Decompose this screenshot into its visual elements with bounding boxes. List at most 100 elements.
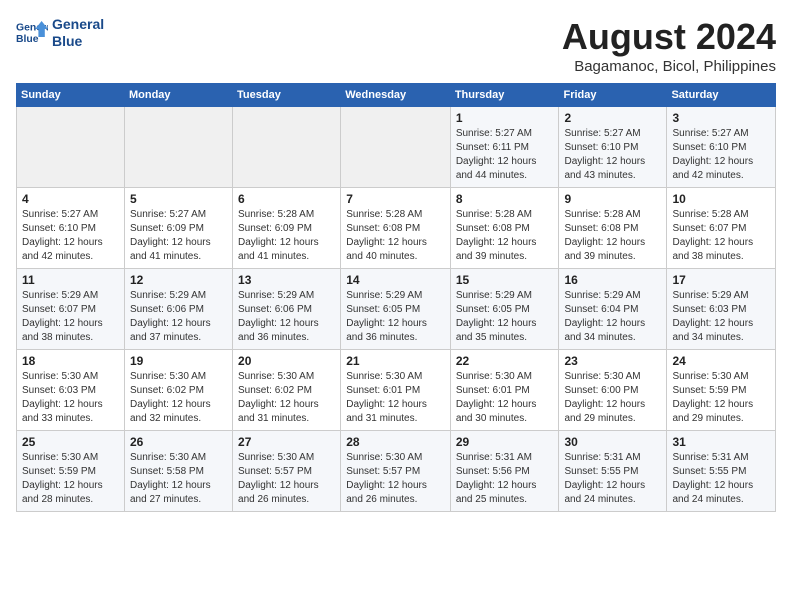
calendar-cell: 27 Sunrise: 5:30 AMSunset: 5:57 PMDayligh… [233, 431, 341, 512]
logo-text-blue: Blue [52, 33, 104, 50]
month-year-title: August 2024 [562, 16, 776, 58]
week-row-4: 18 Sunrise: 5:30 AMSunset: 6:03 PMDayligh… [17, 350, 776, 431]
calendar-cell: 11 Sunrise: 5:29 AMSunset: 6:07 PMDayligh… [17, 269, 125, 350]
location-subtitle: Bagamanoc, Bicol, Philippines [562, 58, 776, 75]
day-info: Sunrise: 5:27 AMSunset: 6:10 PMDaylight:… [564, 127, 661, 183]
calendar-cell: 4Sunrise: 5:27 AMSunset: 6:10 PMDaylight… [17, 188, 125, 269]
title-block: August 2024 Bagamanoc, Bicol, Philippine… [562, 16, 776, 75]
day-number: 18 [22, 354, 119, 368]
calendar-cell: 24 Sunrise: 5:30 AMSunset: 5:59 PMDayligh… [667, 350, 776, 431]
weekday-header-sunday: Sunday [17, 84, 125, 107]
day-number: 31 [672, 435, 770, 449]
day-number: 19 [130, 354, 227, 368]
day-number: 29 [456, 435, 554, 449]
day-info: Sunrise: 5:28 AMSunset: 6:08 PMDaylight:… [346, 208, 445, 264]
day-number: 24 [672, 354, 770, 368]
day-number: 12 [130, 273, 227, 287]
calendar-cell: 23 Sunrise: 5:30 AMSunset: 6:00 PMDayligh… [559, 350, 667, 431]
day-info: Sunrise: 5:30 AMSunset: 5:57 PMDaylight:… [238, 451, 335, 507]
day-info: Sunrise: 5:30 AMSunset: 6:03 PMDaylight:… [22, 370, 119, 426]
weekday-header-tuesday: Tuesday [233, 84, 341, 107]
day-info: Sunrise: 5:30 AMSunset: 6:00 PMDaylight:… [564, 370, 661, 426]
day-info: Sunrise: 5:29 AMSunset: 6:04 PMDaylight:… [564, 289, 661, 345]
weekday-header-wednesday: Wednesday [341, 84, 451, 107]
calendar-cell: 8 Sunrise: 5:28 AMSunset: 6:08 PMDaylight… [450, 188, 559, 269]
day-number: 7 [346, 192, 445, 206]
day-info: Sunrise: 5:30 AMSunset: 5:58 PMDaylight:… [130, 451, 227, 507]
day-info: Sunrise: 5:29 AMSunset: 6:05 PMDaylight:… [346, 289, 445, 345]
day-number: 10 [672, 192, 770, 206]
day-info: Sunrise: 5:31 AMSunset: 5:55 PMDaylight:… [564, 451, 661, 507]
day-number: 5 [130, 192, 227, 206]
calendar-cell: 18 Sunrise: 5:30 AMSunset: 6:03 PMDayligh… [17, 350, 125, 431]
day-number: 1 [456, 111, 554, 125]
day-number: 20 [238, 354, 335, 368]
day-number: 26 [130, 435, 227, 449]
day-info: Sunrise: 5:31 AMSunset: 5:56 PMDaylight:… [456, 451, 554, 507]
day-number: 23 [564, 354, 661, 368]
day-info: Sunrise: 5:30 AMSunset: 5:57 PMDaylight:… [346, 451, 445, 507]
calendar-cell: 2Sunrise: 5:27 AMSunset: 6:10 PMDaylight… [559, 107, 667, 188]
day-info: Sunrise: 5:29 AMSunset: 6:07 PMDaylight:… [22, 289, 119, 345]
day-number: 15 [456, 273, 554, 287]
day-info: Sunrise: 5:29 AMSunset: 6:05 PMDaylight:… [456, 289, 554, 345]
week-row-5: 25 Sunrise: 5:30 AMSunset: 5:59 PMDayligh… [17, 431, 776, 512]
day-info: Sunrise: 5:30 AMSunset: 5:59 PMDaylight:… [672, 370, 770, 426]
week-row-1: 1Sunrise: 5:27 AMSunset: 6:11 PMDaylight… [17, 107, 776, 188]
weekday-header-saturday: Saturday [667, 84, 776, 107]
calendar-table: SundayMondayTuesdayWednesdayThursdayFrid… [16, 83, 776, 512]
calendar-cell: 26 Sunrise: 5:30 AMSunset: 5:58 PMDayligh… [124, 431, 232, 512]
day-number: 27 [238, 435, 335, 449]
calendar-cell: 16 Sunrise: 5:29 AMSunset: 6:04 PMDayligh… [559, 269, 667, 350]
day-number: 8 [456, 192, 554, 206]
calendar-cell: 15 Sunrise: 5:29 AMSunset: 6:05 PMDayligh… [450, 269, 559, 350]
calendar-cell: 30 Sunrise: 5:31 AMSunset: 5:55 PMDayligh… [559, 431, 667, 512]
day-number: 16 [564, 273, 661, 287]
calendar-cell: 7 Sunrise: 5:28 AMSunset: 6:08 PMDaylight… [341, 188, 451, 269]
day-info: Sunrise: 5:27 AMSunset: 6:09 PMDaylight:… [130, 208, 227, 264]
day-info: Sunrise: 5:30 AMSunset: 6:02 PMDaylight:… [130, 370, 227, 426]
header: General Blue General Blue August 2024 Ba… [16, 16, 776, 75]
day-info: Sunrise: 5:28 AMSunset: 6:08 PMDaylight:… [456, 208, 554, 264]
day-info: Sunrise: 5:28 AMSunset: 6:08 PMDaylight:… [564, 208, 661, 264]
day-info: Sunrise: 5:30 AMSunset: 6:01 PMDaylight:… [346, 370, 445, 426]
day-info: Sunrise: 5:29 AMSunset: 6:06 PMDaylight:… [130, 289, 227, 345]
day-number: 22 [456, 354, 554, 368]
day-info: Sunrise: 5:28 AMSunset: 6:09 PMDaylight:… [238, 208, 335, 264]
calendar-cell: 19 Sunrise: 5:30 AMSunset: 6:02 PMDayligh… [124, 350, 232, 431]
day-number: 21 [346, 354, 445, 368]
calendar-cell: 10Sunrise: 5:28 AMSunset: 6:07 PMDayligh… [667, 188, 776, 269]
weekday-header-friday: Friday [559, 84, 667, 107]
weekday-header-thursday: Thursday [450, 84, 559, 107]
logo: General Blue General Blue [16, 16, 104, 50]
day-number: 28 [346, 435, 445, 449]
day-info: Sunrise: 5:27 AMSunset: 6:10 PMDaylight:… [672, 127, 770, 183]
svg-text:Blue: Blue [16, 34, 39, 45]
calendar-cell: 13Sunrise: 5:29 AMSunset: 6:06 PMDayligh… [233, 269, 341, 350]
day-number: 3 [672, 111, 770, 125]
calendar-cell: 22 Sunrise: 5:30 AMSunset: 6:01 PMDayligh… [450, 350, 559, 431]
day-number: 4 [22, 192, 119, 206]
calendar-cell: 20 Sunrise: 5:30 AMSunset: 6:02 PMDayligh… [233, 350, 341, 431]
day-number: 11 [22, 273, 119, 287]
day-info: Sunrise: 5:30 AMSunset: 6:01 PMDaylight:… [456, 370, 554, 426]
calendar-cell: 6 Sunrise: 5:28 AMSunset: 6:09 PMDaylight… [233, 188, 341, 269]
day-number: 17 [672, 273, 770, 287]
calendar-cell: 21 Sunrise: 5:30 AMSunset: 6:01 PMDayligh… [341, 350, 451, 431]
day-number: 6 [238, 192, 335, 206]
day-number: 30 [564, 435, 661, 449]
calendar-cell [341, 107, 451, 188]
week-row-3: 11 Sunrise: 5:29 AMSunset: 6:07 PMDayligh… [17, 269, 776, 350]
generalblue-icon: General Blue [16, 19, 48, 47]
day-info: Sunrise: 5:30 AMSunset: 5:59 PMDaylight:… [22, 451, 119, 507]
day-info: Sunrise: 5:30 AMSunset: 6:02 PMDaylight:… [238, 370, 335, 426]
calendar-cell: 29 Sunrise: 5:31 AMSunset: 5:56 PMDayligh… [450, 431, 559, 512]
calendar-cell: 25 Sunrise: 5:30 AMSunset: 5:59 PMDayligh… [17, 431, 125, 512]
day-number: 25 [22, 435, 119, 449]
calendar-cell: 14Sunrise: 5:29 AMSunset: 6:05 PMDayligh… [341, 269, 451, 350]
calendar-cell: 9Sunrise: 5:28 AMSunset: 6:08 PMDaylight… [559, 188, 667, 269]
weekday-header-row: SundayMondayTuesdayWednesdayThursdayFrid… [17, 84, 776, 107]
day-info: Sunrise: 5:31 AMSunset: 5:55 PMDaylight:… [672, 451, 770, 507]
calendar-cell [233, 107, 341, 188]
logo-text-general: General [52, 16, 104, 33]
